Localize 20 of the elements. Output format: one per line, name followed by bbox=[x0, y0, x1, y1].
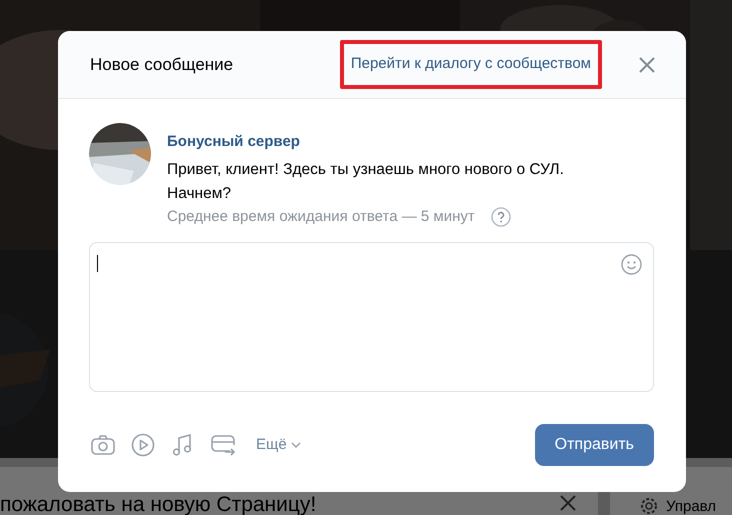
close-icon[interactable] bbox=[560, 495, 576, 511]
camera-icon[interactable] bbox=[90, 432, 116, 458]
gear-icon bbox=[640, 497, 658, 515]
more-button[interactable]: Ещё bbox=[250, 434, 301, 456]
chevron-down-icon bbox=[290, 442, 301, 448]
sender-name[interactable]: Бонусный сервер bbox=[167, 131, 607, 154]
help-icon[interactable] bbox=[490, 206, 511, 227]
banner-title: пожаловать на новую Страницу! bbox=[0, 494, 316, 515]
message-text: Привет, клиент! Здесь ты узнаешь много нового о СУЛ. Начнем? bbox=[167, 160, 565, 204]
message-input[interactable] bbox=[89, 242, 654, 392]
send-button[interactable]: Отправить bbox=[534, 424, 654, 466]
close-icon[interactable] bbox=[638, 56, 656, 74]
modal-title: Новое сообщение bbox=[90, 54, 234, 76]
emoji-icon[interactable] bbox=[621, 254, 642, 275]
sidebar-item[interactable]: Управл bbox=[666, 498, 716, 515]
wait-time-text: Среднее время ожидания ответа — 5 минут bbox=[167, 206, 475, 226]
play-icon[interactable] bbox=[130, 432, 156, 458]
dialog-link[interactable]: Перейти к диалогу с сообществом bbox=[340, 40, 602, 89]
card-transfer-icon[interactable] bbox=[210, 432, 236, 458]
text-cursor bbox=[97, 255, 98, 272]
